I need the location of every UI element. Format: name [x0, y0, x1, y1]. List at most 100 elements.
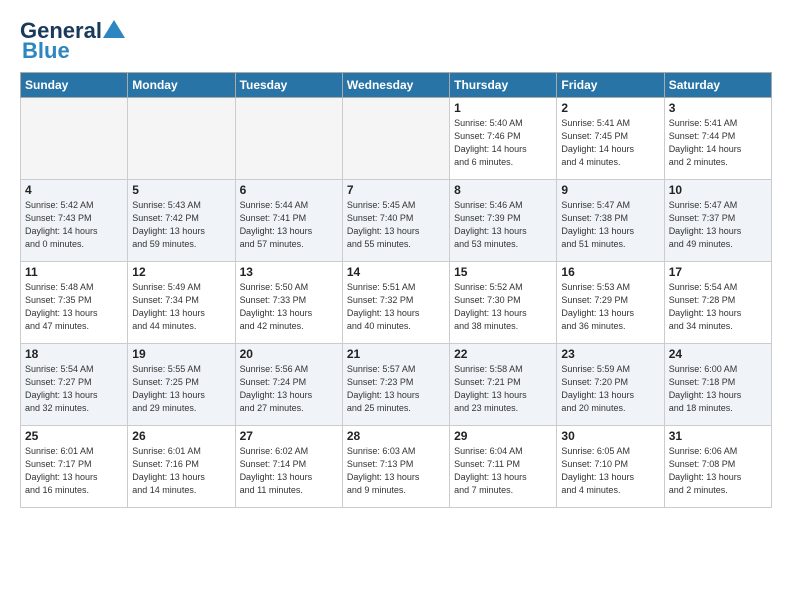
calendar-cell: 10Sunrise: 5:47 AM Sunset: 7:37 PM Dayli…: [664, 180, 771, 262]
calendar-cell: 17 Sunrise: 5:54 AM Sunset: 7:28 PM Dayli…: [664, 262, 771, 344]
day-number: 27: [240, 429, 338, 443]
day-info: Sunrise: 5:46 AM Sunset: 7:39 PM Dayligh…: [454, 199, 552, 251]
day-number: 5: [132, 183, 230, 197]
week-row-1: 1 Sunrise: 5:40 AM Sunset: 7:46 PM Daylig…: [21, 98, 772, 180]
calendar-cell: [21, 98, 128, 180]
day-number: 12: [132, 265, 230, 279]
day-info: Sunrise: 5:43 AM Sunset: 7:42 PM Dayligh…: [132, 199, 230, 251]
page: General Blue SundayMondayTuesdayWednesda…: [0, 0, 792, 612]
calendar-cell: 1 Sunrise: 5:40 AM Sunset: 7:46 PM Daylig…: [450, 98, 557, 180]
day-info: Sunrise: 5:41 AM Sunset: 7:44 PM Dayligh…: [669, 117, 767, 169]
calendar-cell: 13 Sunrise: 5:50 AM Sunset: 7:33 PM Dayli…: [235, 262, 342, 344]
calendar-cell: 26 Sunrise: 6:01 AM Sunset: 7:16 PM Dayli…: [128, 426, 235, 508]
day-number: 24: [669, 347, 767, 361]
calendar-cell: 4 Sunrise: 5:42 AM Sunset: 7:43 PM Daylig…: [21, 180, 128, 262]
calendar-cell: 24 Sunrise: 6:00 AM Sunset: 7:18 PM Dayli…: [664, 344, 771, 426]
week-row-5: 25 Sunrise: 6:01 AM Sunset: 7:17 PM Dayli…: [21, 426, 772, 508]
day-info: Sunrise: 5:51 AM Sunset: 7:32 PM Dayligh…: [347, 281, 445, 333]
weekday-header-thursday: Thursday: [450, 73, 557, 98]
header: General Blue: [20, 18, 772, 64]
day-info: Sunrise: 5:50 AM Sunset: 7:33 PM Dayligh…: [240, 281, 338, 333]
day-number: 18: [25, 347, 123, 361]
calendar-cell: 2Sunrise: 5:41 AM Sunset: 7:45 PM Daylig…: [557, 98, 664, 180]
day-info: Sunrise: 6:01 AM Sunset: 7:16 PM Dayligh…: [132, 445, 230, 497]
calendar-cell: 22 Sunrise: 5:58 AM Sunset: 7:21 PM Dayli…: [450, 344, 557, 426]
calendar-cell: 14Sunrise: 5:51 AM Sunset: 7:32 PM Dayli…: [342, 262, 449, 344]
day-info: Sunrise: 6:06 AM Sunset: 7:08 PM Dayligh…: [669, 445, 767, 497]
day-number: 2: [561, 101, 659, 115]
calendar-cell: 9 Sunrise: 5:47 AM Sunset: 7:38 PM Daylig…: [557, 180, 664, 262]
day-number: 28: [347, 429, 445, 443]
day-info: Sunrise: 5:42 AM Sunset: 7:43 PM Dayligh…: [25, 199, 123, 251]
day-info: Sunrise: 5:47 AM Sunset: 7:38 PM Dayligh…: [561, 199, 659, 251]
day-info: Sunrise: 6:05 AM Sunset: 7:10 PM Dayligh…: [561, 445, 659, 497]
day-number: 4: [25, 183, 123, 197]
calendar-cell: 27 Sunrise: 6:02 AM Sunset: 7:14 PM Dayli…: [235, 426, 342, 508]
weekday-header-monday: Monday: [128, 73, 235, 98]
day-number: 19: [132, 347, 230, 361]
day-info: Sunrise: 5:57 AM Sunset: 7:23 PM Dayligh…: [347, 363, 445, 415]
calendar-cell: 19 Sunrise: 5:55 AM Sunset: 7:25 PM Dayli…: [128, 344, 235, 426]
week-row-2: 4 Sunrise: 5:42 AM Sunset: 7:43 PM Daylig…: [21, 180, 772, 262]
week-row-4: 18 Sunrise: 5:54 AM Sunset: 7:27 PM Dayli…: [21, 344, 772, 426]
day-number: 3: [669, 101, 767, 115]
calendar-cell: 30Sunrise: 6:05 AM Sunset: 7:10 PM Dayli…: [557, 426, 664, 508]
day-info: Sunrise: 6:02 AM Sunset: 7:14 PM Dayligh…: [240, 445, 338, 497]
day-info: Sunrise: 6:03 AM Sunset: 7:13 PM Dayligh…: [347, 445, 445, 497]
weekday-header-saturday: Saturday: [664, 73, 771, 98]
day-info: Sunrise: 6:04 AM Sunset: 7:11 PM Dayligh…: [454, 445, 552, 497]
day-number: 20: [240, 347, 338, 361]
day-number: 16: [561, 265, 659, 279]
day-info: Sunrise: 5:55 AM Sunset: 7:25 PM Dayligh…: [132, 363, 230, 415]
calendar-cell: 11 Sunrise: 5:48 AM Sunset: 7:35 PM Dayli…: [21, 262, 128, 344]
day-info: Sunrise: 5:54 AM Sunset: 7:28 PM Dayligh…: [669, 281, 767, 333]
day-info: Sunrise: 5:40 AM Sunset: 7:46 PM Dayligh…: [454, 117, 552, 169]
day-number: 13: [240, 265, 338, 279]
calendar-cell: 16Sunrise: 5:53 AM Sunset: 7:29 PM Dayli…: [557, 262, 664, 344]
day-info: Sunrise: 5:59 AM Sunset: 7:20 PM Dayligh…: [561, 363, 659, 415]
weekday-header-friday: Friday: [557, 73, 664, 98]
day-number: 26: [132, 429, 230, 443]
weekday-header-wednesday: Wednesday: [342, 73, 449, 98]
calendar-cell: 8 Sunrise: 5:46 AM Sunset: 7:39 PM Daylig…: [450, 180, 557, 262]
day-number: 29: [454, 429, 552, 443]
day-number: 1: [454, 101, 552, 115]
day-info: Sunrise: 5:54 AM Sunset: 7:27 PM Dayligh…: [25, 363, 123, 415]
day-info: Sunrise: 5:48 AM Sunset: 7:35 PM Dayligh…: [25, 281, 123, 333]
day-number: 31: [669, 429, 767, 443]
week-row-3: 11 Sunrise: 5:48 AM Sunset: 7:35 PM Dayli…: [21, 262, 772, 344]
day-number: 9: [561, 183, 659, 197]
day-number: 8: [454, 183, 552, 197]
calendar-table: SundayMondayTuesdayWednesdayThursdayFrid…: [20, 72, 772, 508]
calendar-cell: 15Sunrise: 5:52 AM Sunset: 7:30 PM Dayli…: [450, 262, 557, 344]
day-info: Sunrise: 5:49 AM Sunset: 7:34 PM Dayligh…: [132, 281, 230, 333]
day-number: 17: [669, 265, 767, 279]
logo-icon: [103, 18, 125, 40]
weekday-header-tuesday: Tuesday: [235, 73, 342, 98]
day-info: Sunrise: 5:56 AM Sunset: 7:24 PM Dayligh…: [240, 363, 338, 415]
day-number: 22: [454, 347, 552, 361]
calendar-cell: [342, 98, 449, 180]
calendar-cell: [235, 98, 342, 180]
day-info: Sunrise: 5:58 AM Sunset: 7:21 PM Dayligh…: [454, 363, 552, 415]
calendar-cell: 20 Sunrise: 5:56 AM Sunset: 7:24 PM Dayli…: [235, 344, 342, 426]
logo: General Blue: [20, 18, 125, 64]
day-number: 25: [25, 429, 123, 443]
day-number: 7: [347, 183, 445, 197]
calendar-cell: 21 Sunrise: 5:57 AM Sunset: 7:23 PM Dayli…: [342, 344, 449, 426]
day-info: Sunrise: 6:01 AM Sunset: 7:17 PM Dayligh…: [25, 445, 123, 497]
day-number: 21: [347, 347, 445, 361]
calendar-cell: 18 Sunrise: 5:54 AM Sunset: 7:27 PM Dayli…: [21, 344, 128, 426]
calendar-cell: 29 Sunrise: 6:04 AM Sunset: 7:11 PM Dayli…: [450, 426, 557, 508]
calendar-cell: 25 Sunrise: 6:01 AM Sunset: 7:17 PM Dayli…: [21, 426, 128, 508]
day-number: 6: [240, 183, 338, 197]
day-info: Sunrise: 5:47 AM Sunset: 7:37 PM Dayligh…: [669, 199, 767, 251]
weekday-header-row: SundayMondayTuesdayWednesdayThursdayFrid…: [21, 73, 772, 98]
calendar-cell: 3 Sunrise: 5:41 AM Sunset: 7:44 PM Daylig…: [664, 98, 771, 180]
day-number: 15: [454, 265, 552, 279]
day-number: 11: [25, 265, 123, 279]
weekday-header-sunday: Sunday: [21, 73, 128, 98]
day-info: Sunrise: 5:45 AM Sunset: 7:40 PM Dayligh…: [347, 199, 445, 251]
calendar-cell: 23Sunrise: 5:59 AM Sunset: 7:20 PM Dayli…: [557, 344, 664, 426]
day-info: Sunrise: 6:00 AM Sunset: 7:18 PM Dayligh…: [669, 363, 767, 415]
